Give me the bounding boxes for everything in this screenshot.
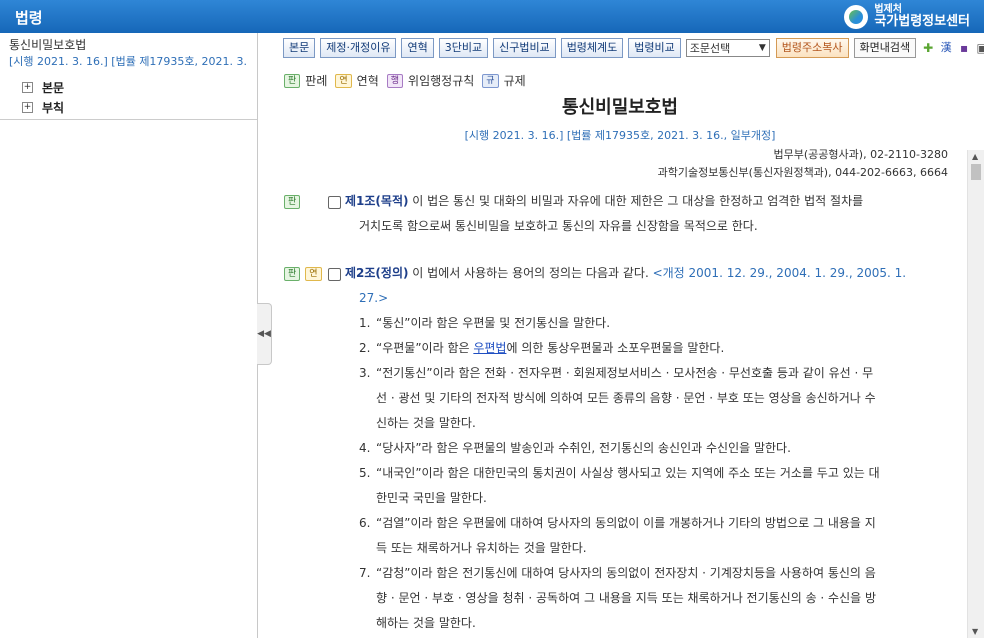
legend-item-history: 연 연혁	[335, 72, 379, 89]
item-text: “감청”이라 함은 전기통신에 대하여 당사자의 동의없이 전자장치 · 기계장…	[376, 566, 876, 580]
item-text: “당사자”라 함은 우편물의 발송인과 수취인, 전기통신의 송신인과 수신인을…	[376, 441, 791, 455]
document-title: 통신비밀보호법	[562, 97, 678, 118]
article-checkbox[interactable]	[328, 196, 341, 209]
department-contact: 법무부(공공형사과), 02-2110-3280	[773, 148, 948, 161]
tree-item-addenda[interactable]: + 부칙	[22, 97, 64, 117]
list-item: 2. “우편물”이라 함은 우편법에 의한 통상우편물과 소포우편물을 말한다.	[359, 336, 954, 361]
old-new-compare-button[interactable]: 신구법비교	[493, 38, 556, 58]
item-text: 한민국 국민을 말한다.	[376, 491, 487, 505]
star-plus-icon[interactable]: ✚	[921, 41, 935, 55]
divider	[0, 119, 257, 120]
sidebar-law-date: [시행 2021. 3. 16.] [법률 제17935호, 2021. 3.	[9, 55, 248, 68]
department-contact: 과학기술정보통신부(통신자원정책과), 044-202-6663, 6664	[657, 166, 948, 179]
legend: 판 판례 연 연혁 행 위임행정규칙 규 규제	[284, 72, 534, 89]
list-item: 5. “내국인”이라 함은 대한민국의 통치권이 사실상 행사되고 있는 지역에…	[359, 461, 954, 511]
list-item: 1. “통신”이라 함은 우편물 및 전기통신을 말한다.	[359, 311, 954, 336]
item-text: “내국인”이라 함은 대한민국의 통치권이 사실상 행사되고 있는 지역에 주소…	[376, 466, 880, 480]
expand-icon[interactable]: +	[22, 81, 33, 93]
item-text: “통신”이라 함은 우편물 및 전기통신을 말한다.	[376, 316, 611, 330]
item-text: “전기통신”이라 함은 전화 · 전자우편 · 회원제정보서비스 · 모사전송 …	[376, 366, 874, 380]
chevron-down-icon: ▼	[758, 43, 766, 53]
article-2: 판 연 제2조(정의) 이 법에서 사용하는 용어의 정의는 다음과 같다. <…	[284, 261, 954, 636]
item-number: 7.	[359, 566, 371, 580]
amendment-note-cont[interactable]: 27.>	[359, 286, 954, 311]
sidebar-law-name[interactable]: 통신비밀보호법	[9, 36, 86, 53]
tree-item-main-text[interactable]: + 본문	[22, 77, 64, 97]
scroll-down-icon[interactable]: ▼	[972, 627, 978, 636]
item-number: 6.	[359, 516, 371, 530]
precedent-badge-icon: 판	[284, 73, 301, 88]
left-panel: 통신비밀보호법 [시행 2021. 3. 16.] [법률 제17935호, 2…	[0, 33, 258, 638]
article-heading: 제2조(정의)	[345, 266, 409, 280]
law-structure-button[interactable]: 법령체계도	[560, 38, 624, 58]
main-text-button[interactable]: 본문	[283, 38, 316, 58]
item-number: 2.	[359, 341, 371, 355]
copy-law-address-button[interactable]: 법령주소복사	[775, 38, 849, 58]
item-number: 1.	[359, 316, 371, 330]
admin-rule-badge-icon: 행	[386, 73, 404, 88]
history-button[interactable]: 연혁	[401, 38, 434, 58]
legend-label: 규제	[503, 74, 526, 88]
legend-item-regulation: 규 규제	[482, 72, 526, 89]
item-text: 에 의한 통상우편물과 소포우편물을 말한다.	[506, 341, 725, 355]
postal-act-link[interactable]: 우편법	[473, 341, 506, 355]
logo-site-name: 국가법령정보센터	[874, 14, 970, 30]
revision-reason-button[interactable]: 제정·개정이유	[320, 38, 397, 58]
collapse-panel-button[interactable]: ◀◀	[257, 303, 272, 365]
item-text: “검열”이라 함은 우편물에 대하여 당사자의 동의없이 이를 개봉하거나 기타…	[376, 516, 876, 530]
regulation-badge-icon: 규	[482, 73, 499, 88]
list-item: 6. “검열”이라 함은 우편물에 대하여 당사자의 동의없이 이를 개봉하거나…	[359, 511, 954, 561]
article-select[interactable]: 조문선택 ▼	[685, 39, 770, 57]
item-number: 4.	[359, 441, 371, 455]
print-icon[interactable]: ▣	[975, 41, 984, 55]
history-badge-icon: 연	[335, 73, 352, 88]
legend-label: 판례	[305, 74, 328, 88]
history-badge-icon[interactable]: 연	[305, 267, 322, 281]
article-heading: 제1조(목적)	[345, 194, 409, 208]
item-text: “우편물”이라 함은	[376, 341, 474, 355]
article-1: 판 제1조(목적) 이 법은 통신 및 대화의 비밀과 자유에 대한 제한은 그…	[284, 189, 954, 239]
definition-list: 1. “통신”이라 함은 우편물 및 전기통신을 말한다. 2. “우편물”이라…	[359, 311, 954, 636]
article-select-value: 조문선택	[689, 42, 731, 55]
app-header: 법령 법제처 국가법령정보센터	[0, 0, 984, 33]
article-body: 이 법에서 사용하는 용어의 정의는 다음과 같다.	[408, 266, 653, 280]
moleg-logo[interactable]: 법제처 국가법령정보센터	[844, 3, 970, 31]
item-number: 5.	[359, 466, 371, 480]
three-way-compare-button[interactable]: 3단비교	[438, 38, 489, 58]
expand-icon[interactable]: +	[22, 101, 33, 113]
precedent-badge-icon[interactable]: 판	[284, 195, 301, 209]
legend-item-admin-rule: 행 위임행정규칙	[386, 72, 475, 89]
item-text: 선 · 광선 및 기타의 전자적 방식에 의하여 모든 종류의 음향 · 문언 …	[376, 391, 876, 405]
tree-item-label: 본문	[42, 80, 65, 95]
precedent-badge-icon[interactable]: 판	[284, 267, 301, 281]
article-tree: + 본문 + 부칙	[22, 77, 64, 117]
moleg-emblem-icon	[844, 5, 869, 29]
screen-search-button[interactable]: 화면내검색	[853, 38, 917, 58]
content-scrollbar[interactable]: ▲ ▼	[967, 150, 984, 638]
amendment-note[interactable]: <개정 2001. 12. 29., 2004. 1. 29., 2005. 1…	[653, 266, 907, 280]
legend-label: 위임행정규칙	[408, 74, 475, 88]
item-text: 향 · 문언 · 부호 · 영상을 청취 · 공독하여 그 내용을 지득 또는 …	[376, 591, 877, 605]
save-icon[interactable]: ▪	[957, 41, 971, 55]
list-item: 4. “당사자”라 함은 우편물의 발송인과 수취인, 전기통신의 송신인과 수…	[359, 436, 954, 461]
app-title: 법령	[15, 9, 43, 27]
scroll-thumb[interactable]	[971, 164, 981, 180]
scroll-up-icon[interactable]: ▲	[972, 152, 978, 161]
hanja-icon[interactable]: 漢	[939, 41, 953, 55]
law-compare-button[interactable]: 법령비교	[628, 38, 681, 58]
legend-item-precedent: 판 판례	[284, 72, 327, 89]
document-date: [시행 2021. 3. 16.] [법률 제17935호, 2021. 3. …	[464, 129, 776, 142]
article-checkbox[interactable]	[328, 268, 341, 281]
tree-item-label: 부칙	[42, 100, 65, 115]
article-body: 이 법은 통신 및 대화의 비밀과 자유에 대한 제한은 그 대상을 한정하고 …	[408, 194, 864, 208]
list-item: 3. “전기통신”이라 함은 전화 · 전자우편 · 회원제정보서비스 · 모사…	[359, 361, 954, 436]
toolbar: 본문 제정·개정이유 연혁 3단비교 신구법비교 법령체계도 법령비교 조문선택…	[283, 38, 984, 58]
item-text: 신하는 것을 말한다.	[376, 416, 476, 430]
item-number: 3.	[359, 366, 371, 380]
item-text: 해하는 것을 말한다.	[376, 616, 476, 630]
list-item: 7. “감청”이라 함은 전기통신에 대하여 당사자의 동의없이 전자장치 · …	[359, 561, 954, 636]
item-text: 득 또는 채록하거나 유치하는 것을 말한다.	[376, 541, 587, 555]
legend-label: 연혁	[356, 74, 379, 88]
article-body-cont: 거치도록 함으로써 통신비밀을 보호하고 통신의 자유를 신장함을 목적으로 한…	[359, 219, 758, 233]
